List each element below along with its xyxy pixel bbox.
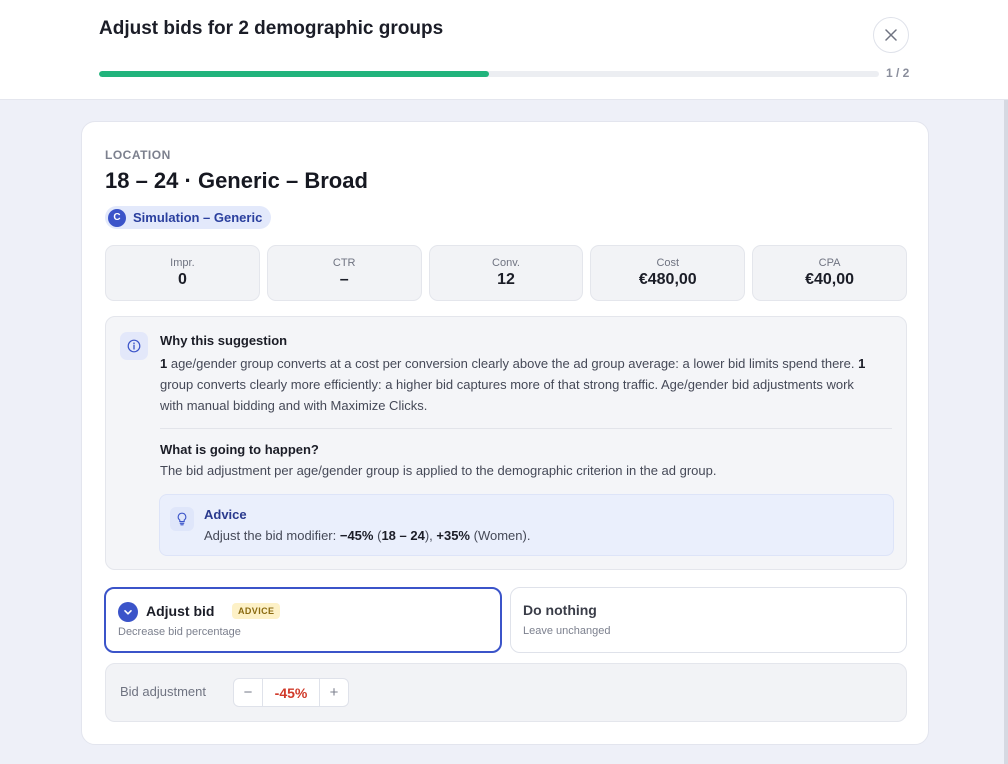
increment-button[interactable]: +: [320, 679, 348, 706]
bid-adjustment-label: Bid adjustment: [120, 684, 206, 699]
advice-group: 18 – 24: [381, 528, 425, 543]
location-label: LOCATION: [105, 148, 171, 162]
advice-separator: ),: [424, 528, 437, 543]
happen-title: What is going to happen?: [160, 442, 319, 457]
option-title: Adjust bid: [146, 603, 215, 619]
stat-cost: Cost €480,00: [590, 245, 746, 301]
suggestion-card: LOCATION 18 – 24 · Generic – Broad C Sim…: [81, 121, 929, 745]
option-subtitle: Leave unchanged: [523, 625, 611, 637]
scrollbar[interactable]: [1004, 100, 1008, 764]
advice-prefix: Adjust the bid modifier:: [204, 528, 340, 543]
campaign-chip: C Simulation – Generic: [105, 206, 272, 229]
advice-modifier: −45%: [339, 528, 374, 543]
action-options: Adjust bid ADVICE Decrease bid percentag…: [104, 587, 907, 653]
advice-group: (Women).: [470, 528, 531, 543]
check-icon: [118, 602, 138, 622]
adjust-bid-option[interactable]: Adjust bid ADVICE Decrease bid percentag…: [104, 587, 502, 653]
bid-stepper: − -45% +: [233, 678, 349, 707]
bid-adjustment-row: Bid adjustment − -45% +: [105, 663, 907, 722]
option-title: Do nothing: [523, 602, 597, 618]
stat-cpa: CPA €40,00: [752, 245, 907, 301]
option-subtitle: Decrease bid percentage: [118, 626, 241, 638]
stat-label: Impr.: [170, 257, 195, 269]
stat-impressions: Impr. 0: [105, 245, 260, 301]
decrement-button[interactable]: −: [234, 679, 262, 706]
close-button[interactable]: [873, 17, 909, 53]
stat-value: 0: [177, 271, 187, 288]
stat-label: Cost: [656, 257, 680, 269]
stat-value: €40,00: [805, 271, 855, 288]
reason-text-part: group converts clearly more efficiently:…: [160, 377, 854, 413]
stat-label: Conv.: [492, 257, 520, 269]
stat-value: 12: [497, 271, 515, 288]
reason-count: 1: [858, 356, 866, 371]
advice-box: Advice Adjust the bid modifier: −45% (18…: [159, 494, 894, 556]
reason-text: 1 age/gender group converts at a cost pe…: [160, 353, 880, 416]
modal-title: Adjust bids for 2 demographic groups: [99, 18, 444, 39]
advice-text: Adjust the bid modifier: −45% (18 – 24),…: [204, 528, 530, 543]
advice-tag: ADVICE: [232, 603, 281, 619]
stat-ctr: CTR –: [266, 245, 422, 301]
stat-value: –: [339, 271, 349, 288]
lightbulb-icon: [170, 507, 194, 531]
stat-label: CTR: [332, 257, 356, 269]
campaign-badge: C: [108, 208, 126, 227]
campaign-name: Simulation – Generic: [133, 210, 263, 225]
progress-fill: [99, 71, 489, 77]
happen-text: The bid adjustment per age/gender group …: [160, 463, 717, 478]
location-name: 18 – 24 · Generic – Broad: [105, 168, 368, 193]
reason-text-part: age/gender group converts at a cost per …: [167, 356, 859, 371]
bid-value-input[interactable]: -45%: [262, 679, 320, 706]
stats-row: Impr. 0 CTR – Conv. 12 Cost €480,00 CPA …: [105, 245, 907, 301]
stat-value: €480,00: [638, 271, 697, 288]
info-icon: [120, 332, 148, 360]
reason-title: Why this suggestion: [160, 333, 288, 348]
stat-label: CPA: [818, 257, 841, 269]
modal-header: Adjust bids for 2 demographic groups 1 /…: [0, 0, 1008, 100]
do-nothing-option[interactable]: Do nothing Leave unchanged: [510, 587, 907, 653]
advice-modifier: +35%: [436, 528, 470, 543]
divider: [160, 428, 892, 429]
advice-title: Advice: [204, 507, 247, 522]
stat-conversions: Conv. 12: [428, 245, 584, 301]
close-icon: [885, 29, 897, 41]
progress-counter: 1 / 2: [886, 66, 910, 80]
progress-bar: [99, 71, 879, 77]
suggestion-explanation: Why this suggestion 1 age/gender group c…: [105, 316, 907, 570]
